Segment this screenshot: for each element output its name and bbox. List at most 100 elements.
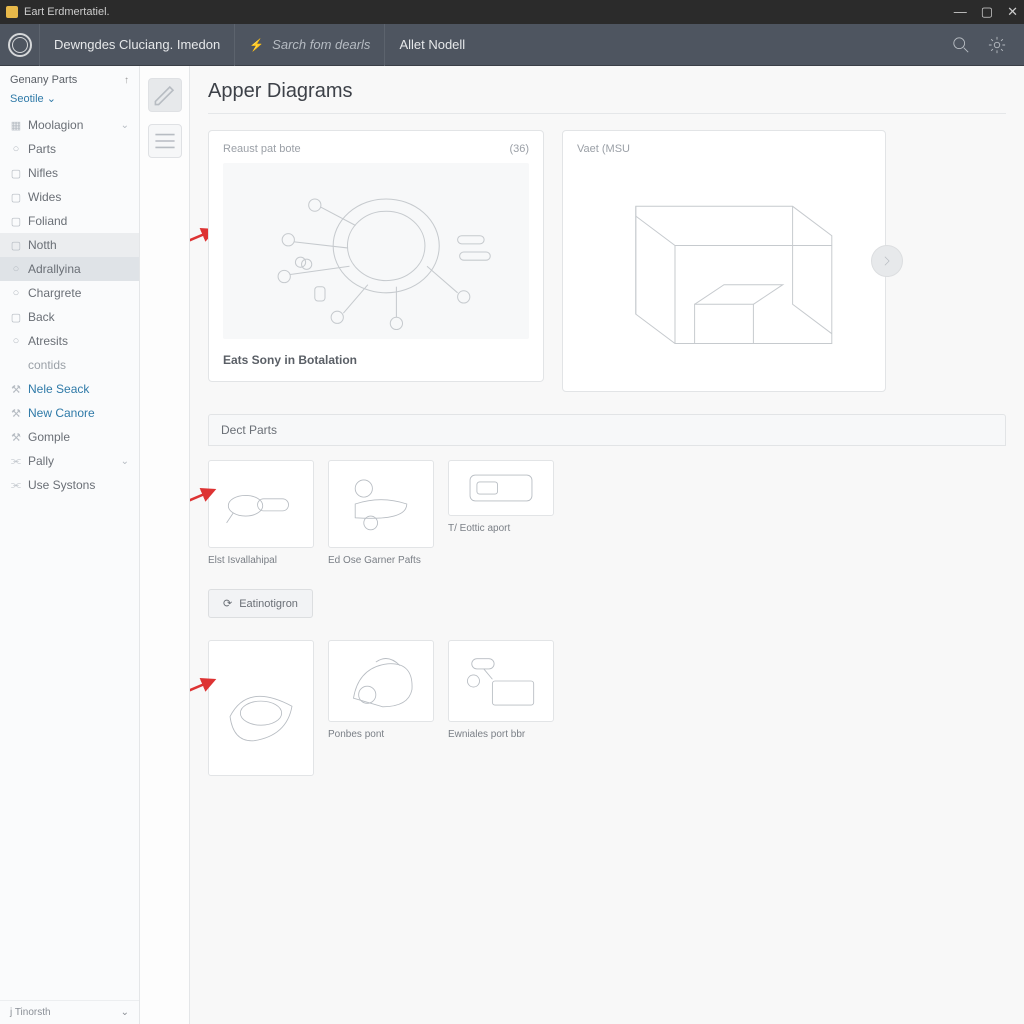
circle-icon: ○ xyxy=(10,143,22,155)
sidebar-item-label: Nifles xyxy=(28,166,58,180)
exploded-diagram xyxy=(223,163,529,339)
search-box[interactable]: ⚡ Sarch fom dearls xyxy=(235,24,385,66)
sidebar-item-label: Gomple xyxy=(28,430,70,444)
sidebar-item-new-canore[interactable]: ⚒ New Canore xyxy=(0,401,139,425)
link-icon: ⫘ xyxy=(10,479,22,491)
sidebar-item-label: contids xyxy=(28,358,66,372)
app-icon xyxy=(6,6,18,18)
sidebar-item-label: Foliand xyxy=(28,214,67,228)
sidebar-item-nifles[interactable]: ▢ Nifles xyxy=(0,161,139,185)
next-button[interactable] xyxy=(871,245,903,277)
part-card[interactable] xyxy=(328,460,434,548)
part-card[interactable] xyxy=(328,640,434,722)
part-card[interactable] xyxy=(448,460,554,516)
frame-diagram xyxy=(577,163,871,377)
sidebar-item-contids[interactable]: contids xyxy=(0,353,139,377)
sidebar-item-use-systons[interactable]: ⫘ Use Systons xyxy=(0,473,139,497)
action-button-label: Eatinotigron xyxy=(239,598,298,610)
model-selector[interactable]: Allet Nodell xyxy=(385,24,479,66)
circle-icon: ○ xyxy=(10,335,22,347)
sidebar-item-chargrete[interactable]: ○ Chargrete xyxy=(0,281,139,305)
model-label: Allet Nodell xyxy=(399,37,465,52)
maximize-button[interactable]: ▢ xyxy=(981,4,993,20)
grid-icon: ▦ xyxy=(10,119,22,131)
diagram-card-main[interactable]: Reaust pat bote (36) xyxy=(208,130,544,382)
part-caption: Elst Isvallahipal xyxy=(208,554,314,567)
brand-logo[interactable] xyxy=(0,24,40,66)
sidebar-item-notth[interactable]: ▢ Notth xyxy=(0,233,139,257)
tool-strip xyxy=(140,66,190,1024)
sidebar-item-pally[interactable]: ⫘Pally ⌄ xyxy=(0,449,139,473)
diagram-caption: Eats Sony in Botalation xyxy=(223,353,529,367)
chevron-down-icon[interactable]: ⌄ xyxy=(121,1007,129,1018)
section-title: Dect Parts xyxy=(221,423,277,437)
part-card[interactable] xyxy=(208,640,314,776)
sidebar-item-foliand[interactable]: ▢ Foliand xyxy=(0,209,139,233)
sidebar-item-label: Back xyxy=(28,310,55,324)
part-caption: Ewniales port bbr xyxy=(448,728,554,741)
refresh-icon: ⟳ xyxy=(223,597,232,610)
tool-edit-button[interactable] xyxy=(148,78,182,112)
chevron-down-icon: ⌄ xyxy=(121,120,129,131)
minimize-button[interactable]: — xyxy=(954,4,967,20)
search-lightning-icon: ⚡ xyxy=(249,38,264,52)
search-icon[interactable] xyxy=(952,36,970,54)
chevron-down-icon: ⌄ xyxy=(121,456,129,467)
main-content: Apper Diagrams Reaust pat bote (36) xyxy=(190,66,1024,1024)
annotation-arrow-icon xyxy=(190,486,218,510)
close-button[interactable]: ✕ xyxy=(1007,4,1018,20)
part-caption: Ed Ose Garner Pafts xyxy=(328,554,434,567)
sidebar-item-label: Notth xyxy=(28,238,57,252)
sidebar-item-label: Chargrete xyxy=(28,286,81,300)
sidebar-item-gomple[interactable]: ⚒ Gomple xyxy=(0,425,139,449)
window-title: Eart Erdmertatiel. xyxy=(24,6,110,18)
sidebar: Genany Parts ↑ Seotile ⌄ ▦ Moolagion ⌄ ○ P… xyxy=(0,66,140,1024)
sidebar-item-atresits[interactable]: ○ Atresits xyxy=(0,329,139,353)
card-header-left: Vaet (MSU xyxy=(577,143,630,155)
diagram-card-frame[interactable]: Vaet (MSU xyxy=(562,130,886,392)
sidebar-sort-icon[interactable]: ↑ xyxy=(124,75,129,86)
square-icon: ▢ xyxy=(10,167,22,179)
sidebar-header: Genany Parts ↑ xyxy=(0,66,139,90)
tool-menu-button[interactable] xyxy=(148,124,182,158)
wrench-icon: ⚒ xyxy=(10,383,22,395)
window-titlebar: Eart Erdmertatiel. — ▢ ✕ xyxy=(0,0,1024,24)
wrench-icon: ⚒ xyxy=(10,431,22,443)
card-header-left: Reaust pat bote xyxy=(223,143,301,155)
part-card[interactable] xyxy=(208,460,314,548)
part-card[interactable] xyxy=(448,640,554,722)
circle-icon: ○ xyxy=(10,287,22,299)
sidebar-item-nele-seack[interactable]: ⚒ Nele Seack xyxy=(0,377,139,401)
sidebar-item-label: Atresits xyxy=(28,334,68,348)
sidebar-settle-link[interactable]: Seotile ⌄ xyxy=(0,90,139,113)
part-caption: T/ Eottic aport xyxy=(448,522,554,535)
sidebar-item-label: Adrallyina xyxy=(28,262,81,276)
sidebar-item-back[interactable]: ▢ Back xyxy=(0,305,139,329)
sidebar-item-wides[interactable]: ▢ Wides xyxy=(0,185,139,209)
sidebar-item-label: Use Systons xyxy=(28,478,95,492)
wrench-icon: ⚒ xyxy=(10,407,22,419)
sidebar-item-label: Moolagion xyxy=(28,118,83,132)
square-icon: ▢ xyxy=(10,215,22,227)
sidebar-item-parts[interactable]: ○ Parts xyxy=(0,137,139,161)
link-icon: ⫘ xyxy=(10,455,22,467)
sidebar-item-adrallyina[interactable]: ○ Adrallyina xyxy=(0,257,139,281)
annotation-arrow-icon xyxy=(190,676,218,700)
sidebar-footer-label: j Tinorsth xyxy=(10,1007,51,1018)
square-icon: ▢ xyxy=(10,239,22,251)
page-title: Apper Diagrams xyxy=(208,80,1006,103)
window-controls: — ▢ ✕ xyxy=(954,4,1018,20)
circle-icon: ○ xyxy=(10,263,22,275)
gear-icon[interactable] xyxy=(988,36,1006,54)
breadcrumb[interactable]: Dewngdes Cluciang. Imedon xyxy=(40,24,235,66)
sidebar-item-label: Wides xyxy=(28,190,61,204)
sidebar-item-label: New Canore xyxy=(28,406,95,420)
sidebar-item-moolagion[interactable]: ▦ Moolagion ⌄ xyxy=(0,113,139,137)
sidebar-footer: j Tinorsth ⌄ xyxy=(0,1000,139,1024)
sidebar-item-label: Nele Seack xyxy=(28,382,89,396)
sidebar-item-label: Parts xyxy=(28,142,56,156)
square-icon: ▢ xyxy=(10,191,22,203)
square-icon: ▢ xyxy=(10,311,22,323)
action-button[interactable]: ⟳ Eatinotigron xyxy=(208,589,313,618)
section-header: Dect Parts xyxy=(208,414,1006,446)
